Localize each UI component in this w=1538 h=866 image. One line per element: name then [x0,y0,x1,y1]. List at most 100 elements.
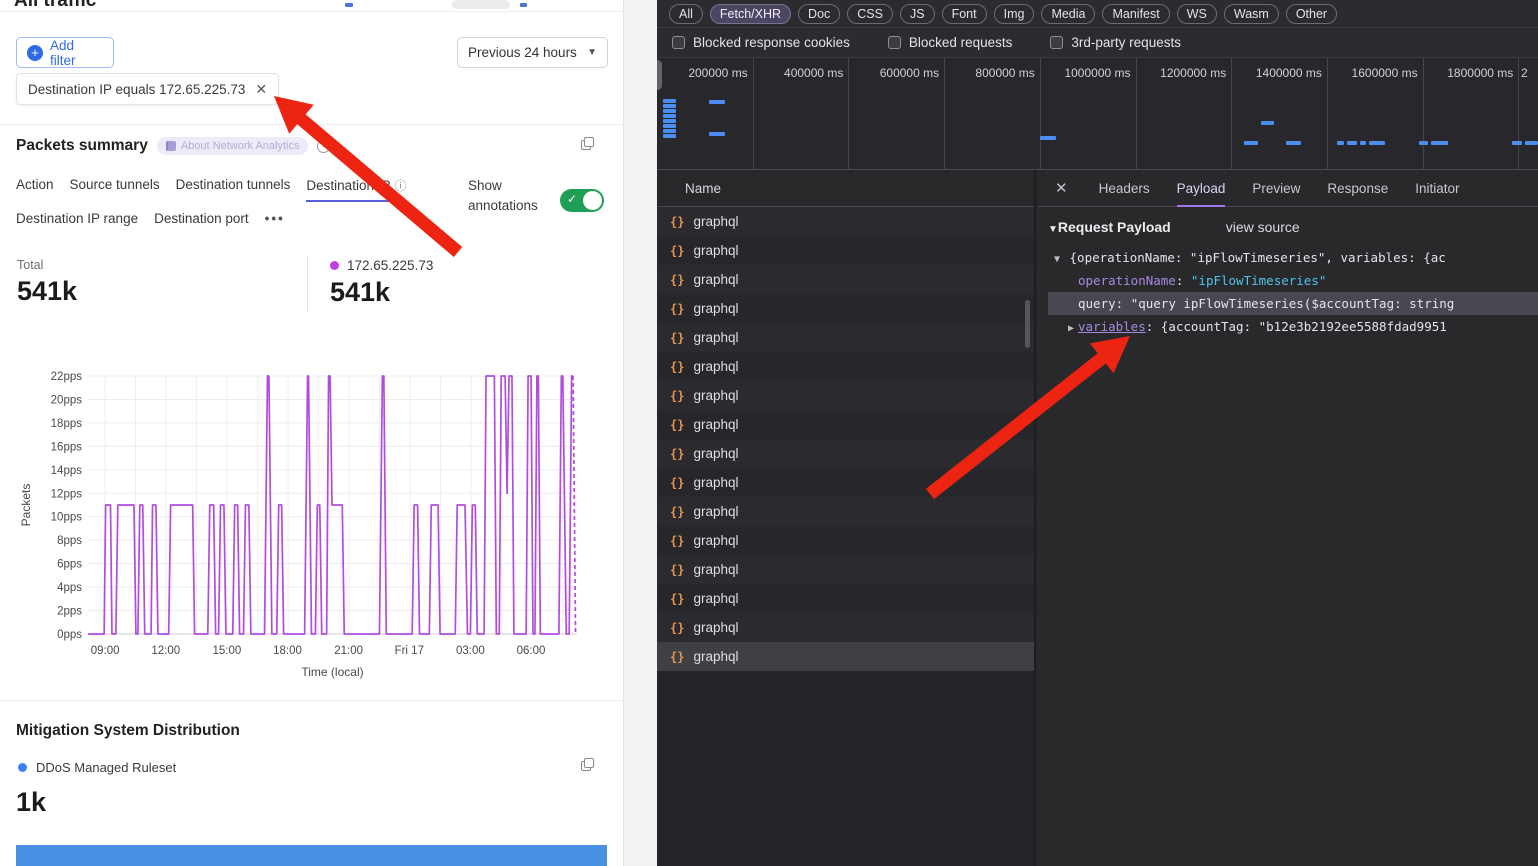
network-overview-timeline[interactable]: 200000 ms400000 ms600000 ms800000 ms1000… [657,58,1538,170]
request-row-graphql[interactable]: {}graphql [657,381,1034,410]
active-filter-chip[interactable]: Destination IP equals 172.65.225.73 ✕ [16,73,279,105]
timeline-request-bar [1261,121,1274,125]
detail-tab-preview[interactable]: Preview [1252,170,1300,207]
about-network-analytics-badge[interactable]: About Network Analytics [157,137,309,155]
timeline-tick-label: 1800000 ms [1423,66,1513,80]
request-row-graphql[interactable]: {}graphql [657,555,1034,584]
fetch-xhr-icon: {} [670,563,684,577]
timeline-request-bar [663,114,676,118]
timeline-request-bar [663,109,676,113]
filter-chip-js[interactable]: JS [900,4,935,24]
close-detail-icon[interactable]: ✕ [1055,179,1068,197]
svg-text:12:00: 12:00 [151,645,180,657]
packets-timeseries-chart[interactable]: 0pps2pps4pps6pps8pps10pps12pps14pps16pps… [16,362,607,690]
timeline-request-bar [709,132,725,136]
remove-filter-icon[interactable]: ✕ [255,81,267,98]
fetch-xhr-icon: {} [670,273,684,287]
detail-tab-payload[interactable]: Payload [1177,170,1226,207]
detail-tab-response[interactable]: Response [1327,170,1388,207]
chevron-down-icon: ▼ [587,47,597,58]
filter-chip-ws[interactable]: WS [1177,4,1217,24]
request-row-graphql[interactable]: {}graphql [657,236,1034,265]
payload-row-operationName[interactable]: operationName: "ipFlowTimeseries" [1048,269,1538,292]
request-list-scrollbar[interactable] [1025,300,1030,348]
request-name: graphql [693,243,738,258]
expand-arrow-icon[interactable]: ▶ [1048,317,1078,338]
timeline-request-bar [663,99,676,103]
request-row-graphql[interactable]: {}graphql [657,468,1034,497]
page-title: All traffic [14,0,414,11]
timeline-tick-label: 600000 ms [849,66,939,80]
timeline-request-bar [663,134,676,138]
view-source-link[interactable]: view source [1226,219,1300,235]
more-tabs-button[interactable]: ••• [265,211,285,226]
fetch-xhr-icon: {} [670,331,684,345]
expand-card-icon[interactable] [581,137,594,150]
add-filter-button[interactable]: + Add filter [16,37,114,68]
tab-destination-tunnels[interactable]: Destination tunnels [176,177,291,198]
filter-chip-all[interactable]: All [669,4,703,24]
svg-text:2pps: 2pps [57,606,82,618]
tab-source-tunnels[interactable]: Source tunnels [70,177,160,198]
timeline-tick-label-clipped: 2 [1521,66,1538,80]
clipped-header-icon [520,3,527,7]
checkbox-blocked-response-cookies[interactable]: Blocked response cookies [672,35,850,50]
request-filter-checkboxes: Blocked response cookies Blocked requests… [657,28,1538,58]
request-row-graphql[interactable]: {}graphql [657,207,1034,236]
request-row-graphql[interactable]: {}graphql [657,265,1034,294]
fetch-xhr-icon: {} [670,418,684,432]
show-annotations-label: Show annotations [468,176,554,216]
request-row-graphql[interactable]: {}graphql [657,497,1034,526]
request-row-graphql[interactable]: {}graphql [657,642,1034,671]
request-row-graphql[interactable]: {}graphql [657,294,1034,323]
filter-chip-doc[interactable]: Doc [798,4,840,24]
show-annotations-toggle[interactable]: ✓ [560,189,604,212]
request-row-graphql[interactable]: {}graphql [657,526,1034,555]
tab-destination-port[interactable]: Destination port [154,211,249,232]
filter-chip-wasm[interactable]: Wasm [1224,4,1279,24]
filter-chip-img[interactable]: Img [994,4,1035,24]
expand-card-icon[interactable] [581,758,594,771]
payload-pane: ▼Request Payloadview source ▼ {operation… [1038,207,1538,338]
payload-row-query[interactable]: query: "query ipFlowTimeseries($accountT… [1048,292,1538,315]
request-name: graphql [693,388,738,403]
divider [0,124,623,125]
collapse-arrow-icon[interactable]: ▼ [1048,224,1058,235]
request-row-graphql[interactable]: {}graphql [657,584,1034,613]
detail-tab-headers[interactable]: Headers [1099,170,1150,207]
svg-text:Packets: Packets [19,484,33,527]
mitigation-title: Mitigation System Distribution [16,722,240,740]
detail-tab-bar: ✕ Headers Payload Preview Response Initiator [1038,170,1538,207]
tab-destination-ip[interactable]: Destination IPⓘ [306,177,406,202]
request-row-graphql[interactable]: {}graphql [657,439,1034,468]
ddos-legend-label: DDoS Managed Ruleset [36,760,176,775]
timeline-request-bar [1040,136,1056,140]
request-type-filter-bar: All Fetch/XHR Doc CSS JS Font Img Media Manifest… [657,0,1538,28]
packets-summary-title: Packets summary [16,137,148,155]
payload-row-variables[interactable]: ▶variables: {accountTag: "b12e3b2192ee55… [1048,315,1538,338]
filter-chip-other[interactable]: Other [1286,4,1337,24]
filter-chip-label: Destination IP equals 172.65.225.73 [28,82,245,97]
payload-root-row[interactable]: ▼ {operationName: "ipFlowTimeseries", va… [1048,246,1538,269]
filter-chip-font[interactable]: Font [942,4,987,24]
tab-action[interactable]: Action [16,177,54,198]
filter-chip-fetch-xhr[interactable]: Fetch/XHR [710,4,791,24]
checkbox-3rd-party-requests[interactable]: 3rd-party requests [1050,35,1181,50]
request-name: graphql [693,446,738,461]
name-column-header[interactable]: Name [657,170,1034,207]
request-row-graphql[interactable]: {}graphql [657,352,1034,381]
timeline-request-bar [663,129,676,133]
request-row-graphql[interactable]: {}graphql [657,613,1034,642]
filter-chip-manifest[interactable]: Manifest [1102,4,1169,24]
filter-chip-css[interactable]: CSS [847,4,893,24]
filter-chip-media[interactable]: Media [1041,4,1095,24]
request-row-graphql[interactable]: {}graphql [657,323,1034,352]
devtools-network-panel: All Fetch/XHR Doc CSS JS Font Img Media Manifest… [657,0,1538,866]
tab-destination-ip-range[interactable]: Destination IP range [16,211,138,232]
timeline-request-bar [1431,141,1448,145]
detail-tab-initiator[interactable]: Initiator [1415,170,1459,207]
checkbox-blocked-requests[interactable]: Blocked requests [888,35,1013,50]
request-row-graphql[interactable]: {}graphql [657,410,1034,439]
request-name: graphql [693,504,738,519]
time-range-dropdown[interactable]: Previous 24 hours ▼ [457,37,608,68]
